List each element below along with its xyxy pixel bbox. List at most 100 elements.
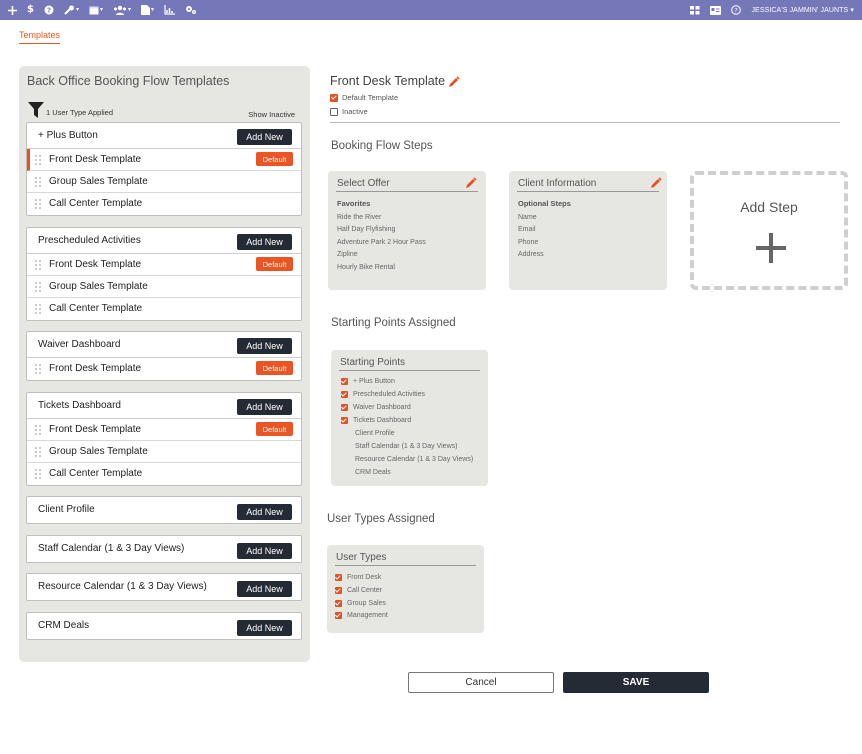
- inactive-checkbox[interactable]: Inactive: [330, 107, 368, 116]
- filter-icon[interactable]: [28, 102, 44, 118]
- option-label: Client Profile: [355, 430, 395, 437]
- template-row[interactable]: Front Desk Template Default: [27, 254, 301, 276]
- plus-icon[interactable]: [8, 5, 17, 15]
- checkbox-checked[interactable]: [335, 612, 342, 619]
- template-row[interactable]: Group Sales Template: [27, 171, 301, 193]
- starting-point-checkbox[interactable]: Prescheduled Activities: [341, 391, 425, 398]
- checkbox-unchecked[interactable]: [330, 107, 338, 116]
- drag-handle-icon[interactable]: [35, 177, 41, 187]
- add-new-button[interactable]: Add New: [237, 399, 292, 415]
- add-new-button[interactable]: Add New: [237, 129, 292, 145]
- drag-handle-icon[interactable]: [35, 425, 41, 435]
- user-type-checkbox[interactable]: Management: [335, 612, 388, 619]
- drag-handle-icon[interactable]: [35, 155, 41, 165]
- show-inactive-link[interactable]: Show Inactive: [248, 110, 295, 119]
- template-row[interactable]: Group Sales Template: [27, 441, 301, 463]
- svg-text:?: ?: [735, 7, 738, 15]
- dollar-icon[interactable]: $: [27, 0, 34, 20]
- template-row[interactable]: Front Desk Template Default: [27, 358, 301, 380]
- group-title: Tickets Dashboard: [38, 400, 121, 411]
- checkbox-checked[interactable]: [335, 574, 342, 581]
- edit-pencil-icon[interactable]: [448, 76, 460, 88]
- group-title: Client Profile: [38, 504, 95, 515]
- template-row[interactable]: Front Desk Template Default: [27, 419, 301, 441]
- cancel-button[interactable]: Cancel: [408, 672, 554, 693]
- user-type-checkbox[interactable]: Front Desk: [335, 574, 381, 581]
- template-row[interactable]: Call Center Template: [27, 193, 301, 215]
- add-new-button[interactable]: Add New: [237, 504, 292, 520]
- drag-handle-icon[interactable]: [35, 469, 41, 479]
- starting-point-option[interactable]: Client Profile: [355, 430, 395, 437]
- default-template-checkbox[interactable]: Default Template: [330, 93, 398, 102]
- add-new-button[interactable]: Add New: [237, 620, 292, 636]
- drag-handle-icon[interactable]: [35, 447, 41, 457]
- checkbox-checked[interactable]: [335, 587, 342, 594]
- top-nav-left: $ ? ▾ ▾ ▾ ▾: [8, 0, 197, 20]
- group-title: Waiver Dashboard: [38, 339, 121, 350]
- template-row[interactable]: Group Sales Template: [27, 276, 301, 298]
- add-new-button[interactable]: Add New: [237, 581, 292, 597]
- drag-handle-icon[interactable]: [35, 199, 41, 209]
- add-new-button[interactable]: Add New: [237, 543, 292, 559]
- add-new-button[interactable]: Add New: [237, 234, 292, 250]
- starting-point-checkbox[interactable]: Waiver Dashboard: [341, 404, 411, 411]
- starting-points-heading: Starting Points Assigned: [331, 317, 456, 329]
- user-type-checkbox[interactable]: Group Sales: [335, 600, 386, 607]
- save-button[interactable]: SAVE: [563, 672, 709, 693]
- starting-point-option[interactable]: Resource Calendar (1 & 3 Day Views): [355, 456, 473, 463]
- checkbox-checked[interactable]: [341, 417, 348, 424]
- user-type-checkbox[interactable]: Call Center: [335, 587, 382, 594]
- drag-handle-icon[interactable]: [35, 282, 41, 292]
- list-item: Name: [518, 214, 537, 221]
- group-header: + Plus Button Add New: [27, 123, 301, 149]
- starting-point-option[interactable]: CRM Deals: [355, 469, 391, 476]
- checkbox-checked[interactable]: [335, 600, 342, 607]
- add-step-button[interactable]: Add Step: [690, 171, 848, 290]
- top-nav-right: ? JESSICA'S JAMMIN' JAUNTS ▾: [690, 5, 854, 15]
- template-row[interactable]: Call Center Template: [27, 298, 301, 320]
- group-header: Tickets Dashboard Add New: [27, 393, 301, 419]
- card-icon[interactable]: [710, 5, 722, 15]
- template-row-label: Front Desk Template: [49, 363, 142, 374]
- drag-handle-icon[interactable]: [35, 364, 41, 374]
- card-title: User Types: [336, 552, 387, 563]
- starting-point-checkbox[interactable]: Tickets Dashboard: [341, 417, 411, 424]
- user-types-heading: User Types Assigned: [327, 513, 435, 525]
- chart-icon[interactable]: [164, 5, 176, 15]
- group-header: Resource Calendar (1 & 3 Day Views) Add …: [27, 574, 301, 600]
- help-circle-icon[interactable]: ?: [44, 5, 54, 15]
- template-row[interactable]: Front Desk Template Default: [27, 149, 301, 171]
- group-title: Resource Calendar (1 & 3 Day Views): [38, 581, 207, 592]
- checkbox-checked[interactable]: [341, 404, 348, 411]
- checkbox-checked[interactable]: [341, 391, 348, 398]
- template-group: Client Profile Add New: [26, 496, 302, 524]
- group-header: Prescheduled Activities Add New: [27, 228, 301, 254]
- add-new-button[interactable]: Add New: [237, 338, 292, 354]
- starting-point-option[interactable]: Staff Calendar (1 & 3 Day Views): [355, 443, 457, 450]
- template-title: Front Desk Template: [330, 74, 446, 88]
- wrench-icon[interactable]: ▾: [64, 0, 79, 20]
- settings-icon[interactable]: [185, 5, 197, 15]
- edit-pencil-icon[interactable]: [650, 177, 662, 189]
- starting-point-checkbox[interactable]: + Plus Button: [341, 378, 395, 385]
- calendar-icon[interactable]: ▾: [89, 0, 103, 20]
- user-menu[interactable]: JESSICA'S JAMMIN' JAUNTS ▾: [751, 6, 854, 14]
- select-offer-card: Select Offer Favorites Ride the River Ha…: [328, 171, 486, 290]
- template-group: Tickets Dashboard Add New Front Desk Tem…: [26, 392, 302, 486]
- default-badge: Default: [256, 257, 293, 271]
- edit-pencil-icon[interactable]: [465, 177, 477, 189]
- users-icon[interactable]: ▾: [113, 0, 131, 20]
- help-circle-icon[interactable]: ?: [731, 5, 742, 15]
- drag-handle-icon[interactable]: [35, 304, 41, 314]
- grid-icon[interactable]: [690, 5, 700, 15]
- template-row-label: Group Sales Template: [49, 176, 148, 187]
- add-step-label: Add Step: [740, 199, 798, 215]
- checkbox-checked[interactable]: [330, 93, 338, 102]
- document-icon[interactable]: ▾: [141, 0, 154, 20]
- template-row[interactable]: Call Center Template: [27, 463, 301, 485]
- option-label: CRM Deals: [355, 469, 391, 476]
- drag-handle-icon[interactable]: [35, 260, 41, 270]
- checkbox-checked[interactable]: [341, 378, 348, 385]
- tab-templates[interactable]: Templates: [19, 30, 61, 44]
- template-row-label: Call Center Template: [49, 468, 143, 479]
